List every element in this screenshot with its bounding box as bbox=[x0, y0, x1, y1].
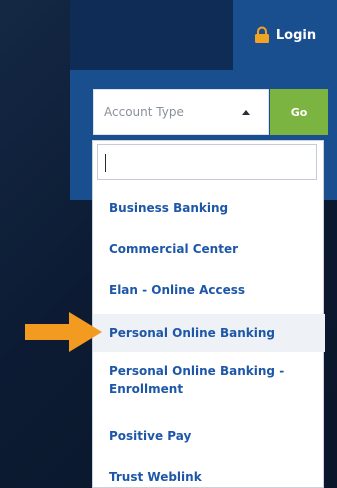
option-personal-online-banking-enrollment[interactable]: Personal Online Banking - Enrollment bbox=[93, 362, 298, 398]
option-positive-pay[interactable]: Positive Pay bbox=[93, 427, 325, 445]
text-cursor bbox=[105, 154, 106, 172]
option-business-banking[interactable]: Business Banking bbox=[93, 199, 325, 217]
account-type-dropdown: Business Banking Commercial Center Elan … bbox=[92, 140, 325, 488]
lock-icon bbox=[254, 26, 269, 43]
login-label: Login bbox=[275, 27, 317, 43]
dropdown-search-input[interactable] bbox=[97, 144, 317, 180]
top-bar-left bbox=[70, 0, 233, 70]
option-elan-online-access[interactable]: Elan - Online Access bbox=[93, 281, 325, 299]
top-bar: Login bbox=[70, 0, 337, 70]
option-trust-weblink[interactable]: Trust Weblink bbox=[93, 468, 325, 486]
account-type-select[interactable]: Account Type bbox=[93, 89, 269, 135]
option-commercial-center[interactable]: Commercial Center bbox=[93, 240, 325, 258]
chevron-up-icon bbox=[242, 110, 250, 115]
arrow-right-icon bbox=[25, 312, 102, 352]
option-personal-online-banking[interactable]: Personal Online Banking bbox=[93, 314, 325, 352]
account-type-placeholder: Account Type bbox=[104, 105, 184, 119]
go-button[interactable]: Go bbox=[270, 89, 328, 135]
login-button[interactable]: Login bbox=[233, 0, 337, 70]
